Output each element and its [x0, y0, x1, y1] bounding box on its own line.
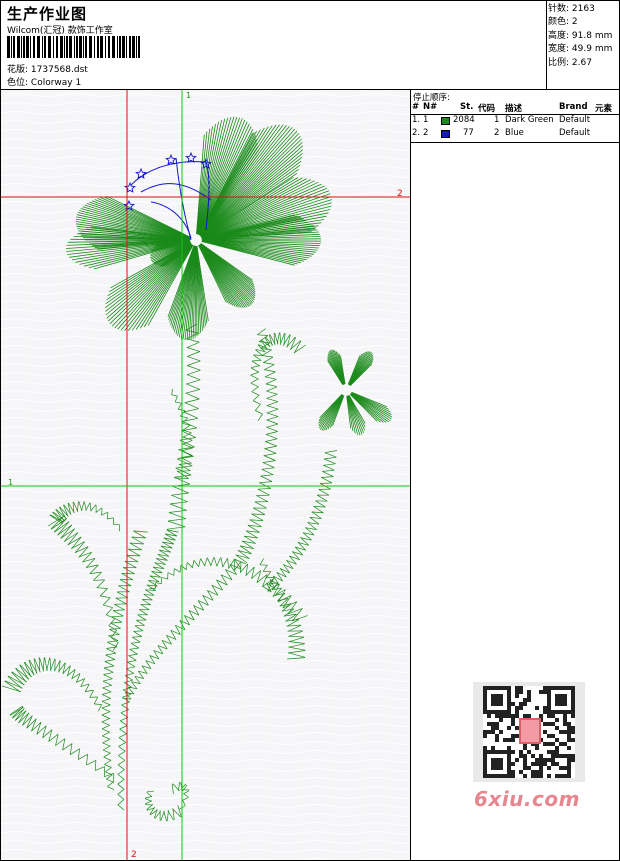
color-swatch — [441, 117, 450, 125]
design-preview: 1 1 2 2 — [1, 90, 411, 860]
design-ratio: 比例: 2.67 — [548, 57, 592, 68]
color-swatch — [441, 130, 450, 138]
production-worksheet: 生产作业图 Wilcom(汇冠) 款饰工作室 花版: 1737568.dst 色… — [0, 0, 620, 861]
design-file: 花版: 1737568.dst — [7, 62, 88, 75]
col-number: # — [412, 102, 420, 112]
col-brand: Brand — [559, 102, 588, 112]
embroidery-artwork: 1 1 2 2 — [1, 90, 410, 860]
design-stats: 针数: 2163 颜色: 2 高度: 91.8 mm 宽度: 49.9 mm 比… — [548, 3, 612, 70]
red-marker-bottom: 2 — [131, 850, 137, 860]
header-info: 生产作业图 Wilcom(汇冠) 款饰工作室 花版: 1737568.dst 色… — [1, 1, 547, 89]
col-needle: N# — [423, 102, 438, 112]
legend-row: 2. 2 77 2 Blue Default — [412, 128, 591, 138]
col-code: 代码 — [478, 104, 496, 114]
watermark-logo: 6xiu.com — [474, 787, 580, 811]
color-count: 颜色: 2 — [548, 17, 578, 28]
red-marker-right: 2 — [397, 189, 403, 199]
design-file-label: 花版: — [7, 65, 29, 75]
design-height: 高度: 91.8 mm — [548, 30, 613, 41]
barcode — [7, 36, 140, 58]
design-file-value: 1737568.dst — [30, 65, 88, 75]
legend-header-row: # N# St. 代码 描述 Brand 元素 — [411, 102, 619, 115]
col-stitches: St. — [460, 102, 474, 112]
col-element: 元素 — [595, 104, 613, 114]
studio-name: Wilcom(汇冠) 款饰工作室 — [7, 26, 113, 36]
page-title: 生产作业图 — [7, 5, 88, 23]
stitch-count: 针数: 2163 — [548, 4, 595, 14]
col-description: 描述 — [505, 104, 523, 114]
header: 生产作业图 Wilcom(汇冠) 款饰工作室 花版: 1737568.dst 色… — [1, 1, 619, 90]
green-marker-left: 1 — [8, 478, 13, 487]
qr-code — [473, 682, 585, 782]
green-marker-top: 1 — [186, 91, 191, 100]
colorway-label: 色位: — [7, 78, 29, 88]
color-stop-legend: 停止顺序: # N# St. 代码 描述 Brand 元素 1. 1 2084 … — [411, 90, 619, 143]
legend-row: 1. 1 2084 1 Dark Green Default — [412, 115, 591, 125]
colorway: 色位: Colorway 1 — [7, 75, 81, 88]
colorway-value: Colorway 1 — [30, 78, 82, 88]
design-width: 宽度: 49.9 mm — [548, 44, 613, 55]
